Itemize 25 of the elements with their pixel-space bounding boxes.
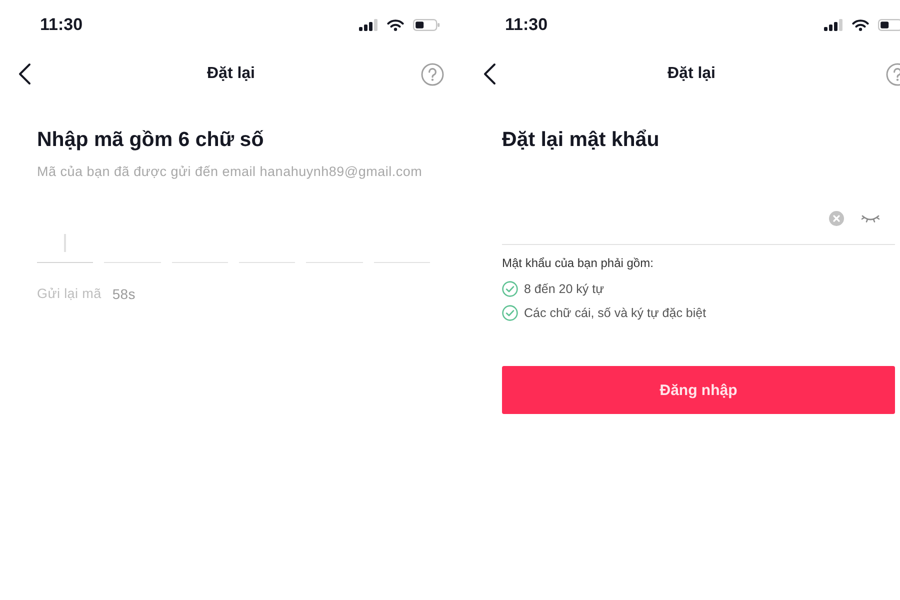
- wifi-icon: [852, 19, 869, 31]
- battery-icon: [878, 19, 900, 31]
- back-icon[interactable]: [18, 63, 31, 85]
- subtitle: Mã của bạn đã được gửi đến email hanahuynh89@gmail.com: [37, 164, 422, 180]
- eye-closed-icon[interactable]: [861, 214, 880, 224]
- requirement-text: 8 đến 20 ký tự: [524, 282, 604, 296]
- heading: Nhập mã gồm 6 chữ số: [37, 128, 264, 152]
- help-icon[interactable]: [886, 62, 900, 86]
- requirements-title: Mật khẩu của bạn phải gồm:: [502, 255, 654, 271]
- help-icon[interactable]: [421, 62, 444, 86]
- heading: Đặt lại mật khẩu: [502, 128, 660, 152]
- signal-icon: [359, 19, 378, 31]
- requirement-text: Các chữ cái, số và ký tự đặc biệt: [524, 306, 706, 320]
- resend-code-link[interactable]: Gửi lại mã: [37, 286, 102, 302]
- screen-title: Đặt lại: [667, 65, 716, 83]
- status-time: 11:30: [505, 15, 548, 35]
- clear-icon[interactable]: [829, 211, 844, 226]
- countdown-timer: 58s: [112, 286, 136, 302]
- battery-icon: [413, 19, 440, 31]
- wifi-icon: [387, 19, 404, 31]
- back-icon[interactable]: [483, 63, 496, 85]
- signal-icon: [824, 19, 843, 31]
- screen-title: Đặt lại: [206, 65, 255, 83]
- login-button[interactable]: Đăng nhập: [502, 366, 895, 414]
- status-time: 11:30: [40, 15, 83, 35]
